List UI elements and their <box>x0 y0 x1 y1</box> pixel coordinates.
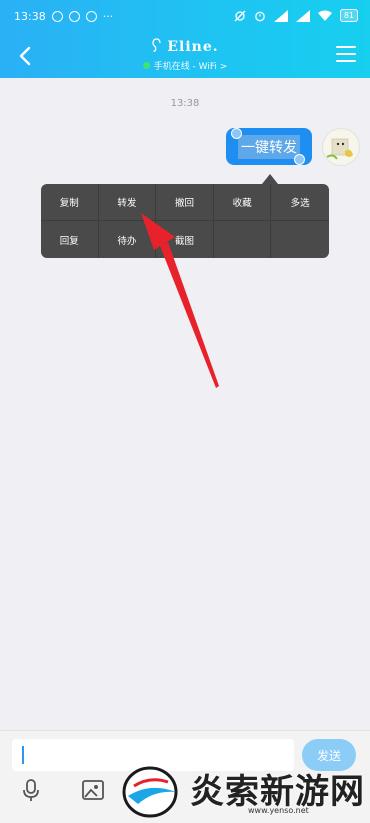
selection-end-handle[interactable] <box>294 154 305 165</box>
more-notifications: ··· <box>102 10 114 23</box>
chat-header: 13:38 ··· 81 Eline. 手机在线 - WiFi > <box>0 0 370 78</box>
battery-icon: 81 <box>339 9 358 22</box>
wifi-icon <box>317 10 332 21</box>
text-caret <box>22 746 24 764</box>
context-menu-pointer <box>262 174 278 184</box>
menu-favorite[interactable]: 收藏 <box>213 184 272 221</box>
menu-forward[interactable]: 转发 <box>98 184 157 221</box>
alarm-icon <box>254 11 265 21</box>
menu-screenshot[interactable]: 截图 <box>156 221 214 258</box>
chat-title-block[interactable]: Eline. 手机在线 - WiFi > <box>0 38 370 72</box>
status-bar: 13:38 ··· 81 <box>0 0 370 32</box>
ear-icon <box>152 38 162 52</box>
message-timestamp: 13:38 <box>170 98 200 109</box>
online-status-text: 手机在线 - WiFi > <box>153 62 228 72</box>
status-time: 13:38 <box>14 10 46 23</box>
menu-icon[interactable] <box>336 46 356 64</box>
menu-recall[interactable]: 撤回 <box>156 184 214 221</box>
avatar-image <box>326 138 353 160</box>
microphone-icon[interactable] <box>18 777 44 803</box>
selected-message-text[interactable]: 一键转发 <box>238 134 300 159</box>
notification-icon <box>51 11 63 22</box>
chat-title: Eline. <box>0 38 370 55</box>
signal-icon <box>273 9 288 22</box>
contact-name: Eline. <box>167 39 219 55</box>
menu-copy[interactable]: 复制 <box>41 184 99 221</box>
selection-start-handle[interactable] <box>231 128 242 139</box>
watermark: 炎索新游网 www.yenso.net <box>120 762 370 822</box>
watermark-logo-icon <box>122 766 178 818</box>
app-notification-icon <box>85 11 97 22</box>
avatar[interactable] <box>322 128 360 166</box>
menu-empty-cell <box>271 221 329 258</box>
red-annotation-arrow <box>141 213 219 388</box>
menu-reply[interactable]: 回复 <box>41 221 99 258</box>
online-status: 手机在线 - WiFi > <box>0 59 370 72</box>
photo-icon[interactable] <box>80 777 106 803</box>
menu-multiselect[interactable]: 多选 <box>271 184 329 221</box>
online-dot-icon <box>142 62 150 69</box>
mute-icon <box>234 10 246 21</box>
context-menu: 复制 转发 撤回 收藏 多选 回复 待办 截图 <box>41 184 329 258</box>
signal-icon-2 <box>295 9 310 22</box>
watermark-url: www.yenso.net <box>248 806 309 815</box>
menu-todo[interactable]: 待办 <box>99 221 157 258</box>
gear-notification-icon <box>68 11 80 22</box>
menu-empty-cell <box>214 221 272 258</box>
